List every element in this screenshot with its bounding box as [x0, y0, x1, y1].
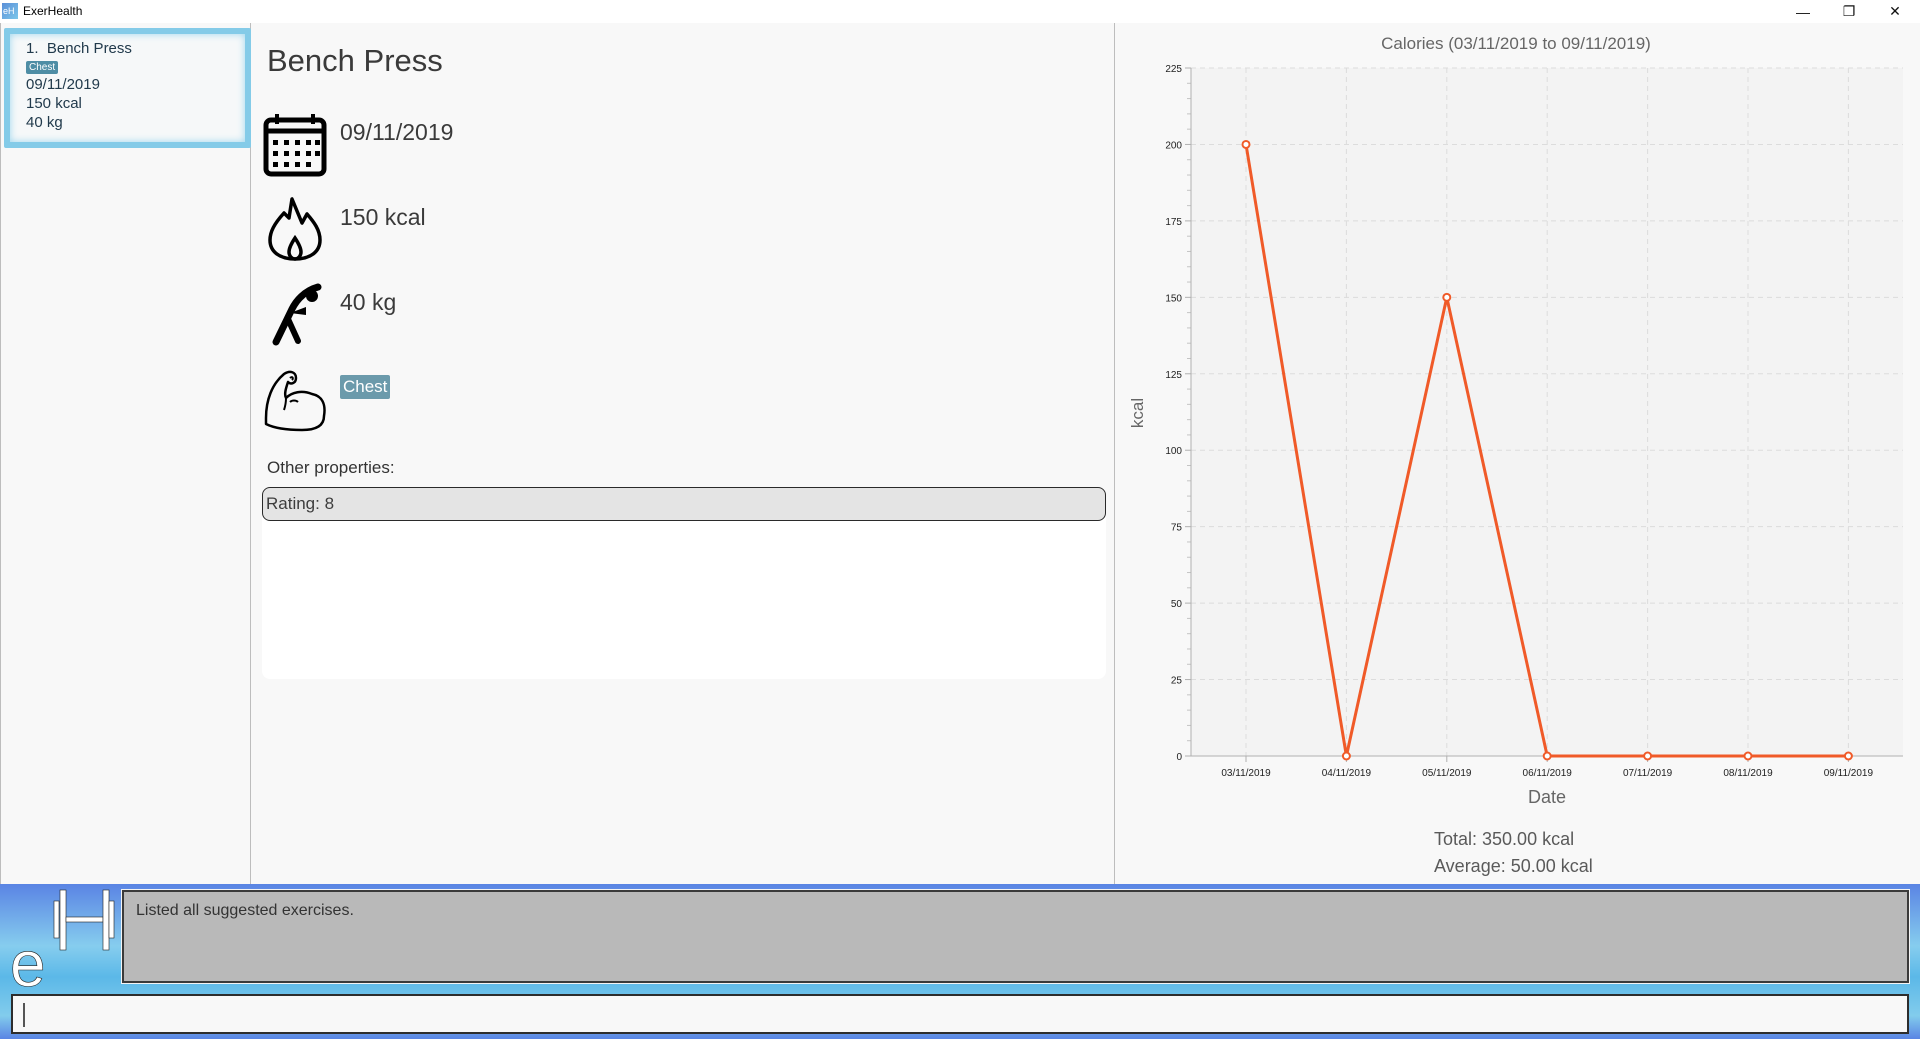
y-tick-label: 150: [1165, 293, 1182, 304]
calories-line-chart: Calories (03/11/2019 to 09/11/2019) 0 25 5…: [1128, 34, 1903, 807]
stretching-person-icon: [272, 283, 322, 346]
data-point: [1643, 751, 1653, 761]
data-point: [1241, 139, 1251, 149]
list-item-calories: 150 kcal: [26, 95, 82, 112]
result-display: Listed all suggested exercises.: [121, 889, 1910, 984]
list-item-name: Bench Press: [46, 40, 132, 57]
x-tick-label: 06/11/2019: [1523, 768, 1573, 779]
other-properties-list: Rating: 8: [262, 487, 1106, 679]
exercise-name-heading: Bench Press: [267, 43, 443, 78]
data-point: [1442, 292, 1452, 302]
command-area: e Listed all suggested exercises.: [0, 884, 1920, 1039]
y-axis-label: kcal: [1128, 398, 1147, 428]
maximize-button[interactable]: ❐: [1826, 0, 1872, 23]
data-point: [1843, 751, 1853, 761]
average-calories-label: Average: 50.00 kcal: [1434, 856, 1593, 876]
muscle-row: Chest: [262, 366, 391, 432]
text-cursor: [23, 1003, 25, 1027]
flexed-bicep-icon: [264, 370, 326, 432]
list-item-title: 1. Bench Press: [26, 40, 229, 57]
y-tick-label: 175: [1165, 217, 1182, 228]
y-tick-label: 225: [1165, 64, 1182, 75]
quantity-row: 40 kg: [262, 281, 396, 347]
command-input[interactable]: [11, 994, 1909, 1034]
window-title: ExerHealth: [23, 4, 83, 18]
exercise-detail-panel: Bench Press 09/11/2019 150 kcal 40 kg Ch…: [252, 23, 1115, 884]
calories-chart-panel: Calories (03/11/2019 to 09/11/2019) 0 25 5…: [1116, 23, 1920, 884]
exercise-quantity: 40 kg: [340, 289, 397, 315]
muscle-tag: Chest: [340, 375, 391, 399]
list-item-quantity: 40 kg: [26, 114, 63, 131]
list-item-date: 09/11/2019: [26, 76, 100, 93]
x-tick-label: 05/11/2019: [1422, 768, 1472, 779]
flame-icon: [268, 197, 322, 261]
data-point: [1542, 751, 1552, 761]
title-bar: eH ExerHealth — ❐ ✕: [0, 0, 1920, 23]
x-tick-label: 04/11/2019: [1322, 768, 1372, 779]
close-button[interactable]: ✕: [1872, 0, 1918, 23]
y-tick-label: 75: [1171, 523, 1183, 534]
y-tick-label: 25: [1171, 676, 1183, 687]
x-tick-label: 08/11/2019: [1723, 768, 1773, 779]
date-row: 09/11/2019: [262, 111, 453, 177]
calories-row: 150 kcal: [262, 196, 426, 262]
y-tick-label: 125: [1165, 370, 1182, 381]
total-calories-label: Total: 350.00 kcal: [1434, 829, 1575, 849]
y-tick-label: 100: [1165, 446, 1182, 457]
data-point: [1743, 751, 1753, 761]
y-axis: 0 25 50 75 100 125 150 175 200 225: [1165, 64, 1192, 763]
x-tick-label: 03/11/2019: [1221, 768, 1271, 779]
chart-title: Calories (03/11/2019 to 09/11/2019): [1381, 34, 1651, 53]
other-properties-label: Other properties:: [267, 458, 395, 477]
svg-text:e: e: [10, 928, 46, 988]
app-logo-icon: eH: [2, 3, 18, 19]
minimize-button[interactable]: —: [1780, 0, 1826, 23]
exercise-list-item[interactable]: 1. Bench Press Chest 09/11/2019 150 kcal…: [4, 28, 251, 148]
x-tick-label: 07/11/2019: [1623, 768, 1673, 779]
list-item-index: 1.: [26, 40, 39, 57]
muscle-tag: Chest: [26, 61, 59, 74]
property-item-rating[interactable]: Rating: 8: [262, 487, 1106, 521]
data-point: [1341, 751, 1351, 761]
x-axis-label: Date: [1528, 787, 1566, 807]
calendar-icon: [263, 114, 327, 177]
y-tick-label: 200: [1165, 140, 1182, 151]
exercise-date: 09/11/2019: [340, 119, 454, 145]
x-tick-label: 09/11/2019: [1824, 768, 1874, 779]
exercise-list-panel: 1. Bench Press Chest 09/11/2019 150 kcal…: [0, 23, 251, 884]
y-tick-label: 0: [1176, 752, 1182, 763]
exercise-calories: 150 kcal: [340, 204, 426, 230]
exerhealth-logo-icon: e: [10, 889, 115, 988]
y-tick-label: 50: [1171, 599, 1183, 610]
